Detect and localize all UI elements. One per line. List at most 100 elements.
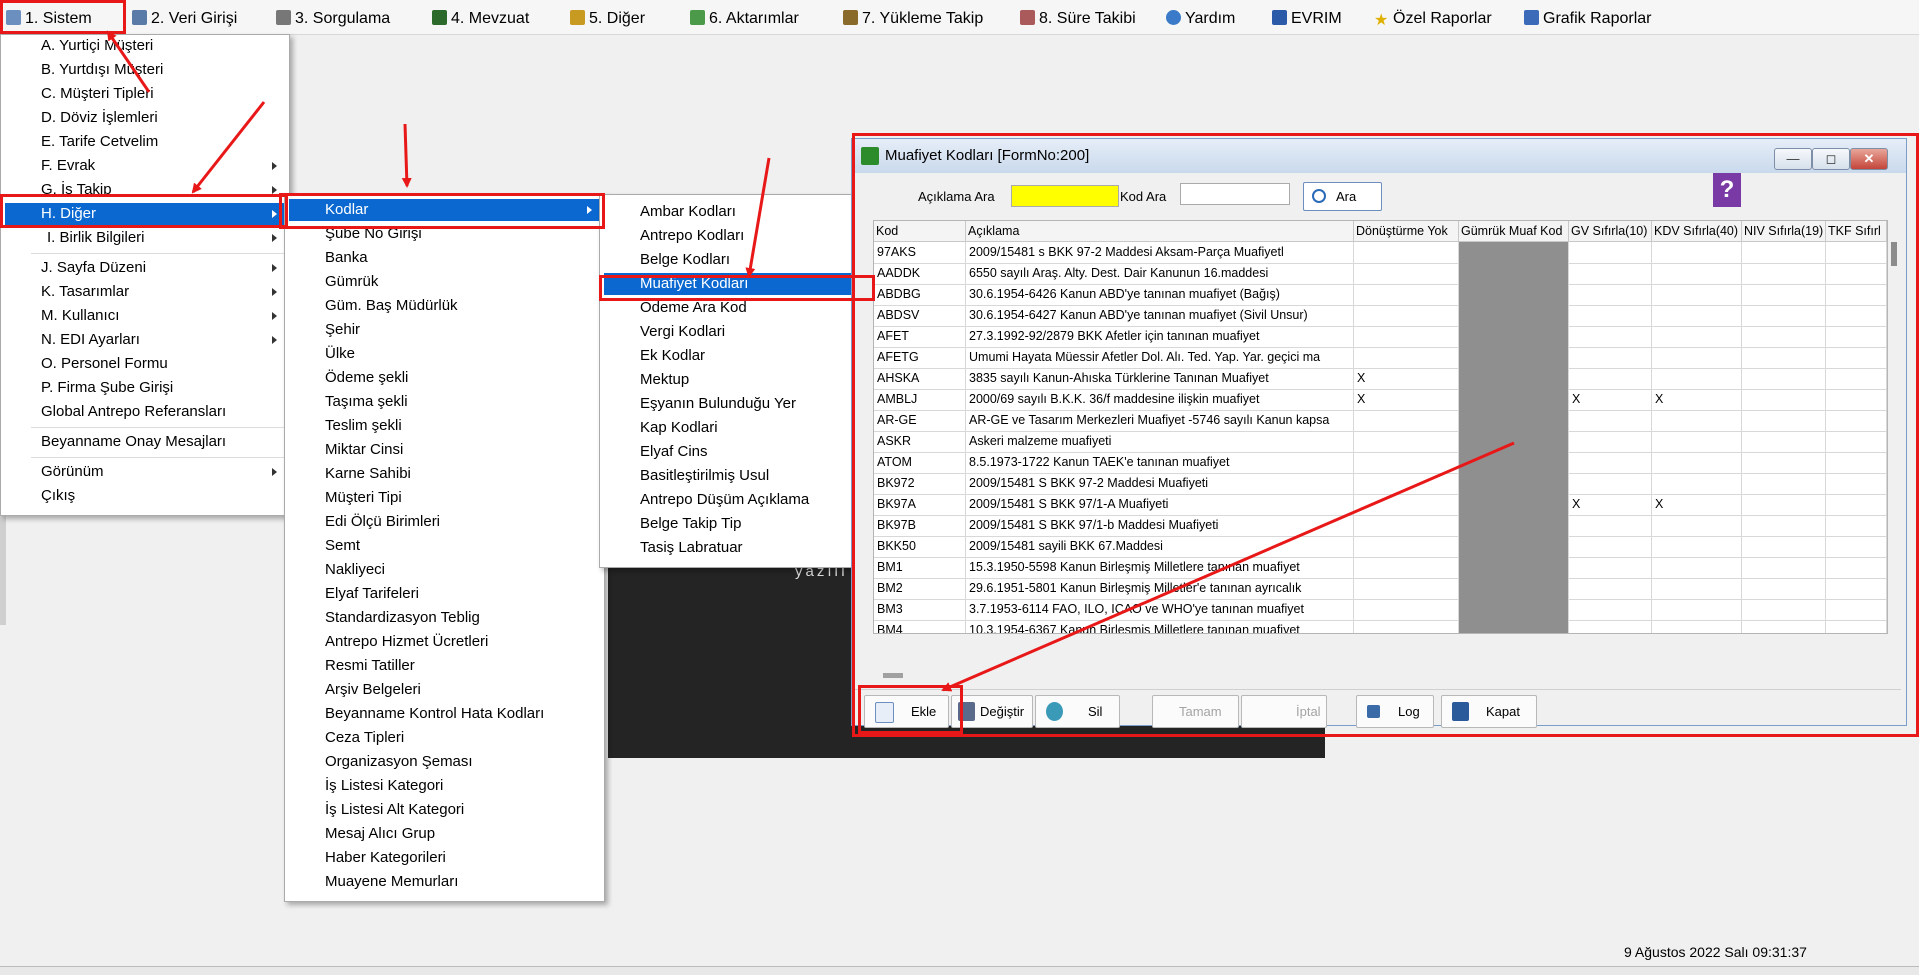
table-row[interactable]: ABDSV 30.6.1954-6427 Kanun ABD'ye tanınan… xyxy=(874,305,1887,327)
tamam-button[interactable]: Tamam xyxy=(1152,695,1239,728)
submenu-item-10[interactable]: Miktar Cinsi xyxy=(289,439,600,461)
degistir-button[interactable]: Değiştir xyxy=(951,695,1033,728)
column-header[interactable]: Gümrük Muaf Kod xyxy=(1459,221,1569,241)
search-aciklama-input[interactable] xyxy=(1011,185,1119,207)
submenu-item-26[interactable]: Mesaj Alıcı Grup xyxy=(289,823,600,845)
kodlar-item-2[interactable]: Belge Kodları xyxy=(604,249,866,271)
submenu-item-3[interactable]: Gümrük xyxy=(289,271,600,293)
table-row[interactable]: BK97A 2009/15481 S BKK 97/1-A Muafiyeti X X xyxy=(874,494,1887,516)
sil-button[interactable]: Sil xyxy=(1035,695,1120,728)
menu-grafik-raporlar[interactable]: Grafik Raporlar xyxy=(1524,0,1651,34)
submenu-item-20[interactable]: Arşiv Belgeleri xyxy=(289,679,600,701)
menu-item-birlik-bilgileri[interactable]: I. Birlik Bilgileri xyxy=(5,227,285,249)
menu-item-is-takip[interactable]: G. İş Takip xyxy=(5,179,285,201)
table-row[interactable]: ASKR Askeri malzeme muafiyeti xyxy=(874,431,1887,453)
submenu-item-21[interactable]: Beyanname Kontrol Hata Kodları xyxy=(289,703,600,725)
menu-item-global-antrepo-referanslari[interactable]: Global Antrepo Referansları xyxy=(5,401,285,423)
menu-item-sayfa-duzeni[interactable]: J. Sayfa Düzeni xyxy=(5,257,285,279)
search-kod-input[interactable] xyxy=(1180,183,1290,205)
table-row[interactable]: BM4 10.3.1954-6367 Kanun Birleşmiş Millet… xyxy=(874,620,1887,633)
menu-diger[interactable]: 5. Diğer xyxy=(570,0,645,34)
close-button[interactable]: ✕ xyxy=(1850,148,1888,170)
menu-item-doviz-islemleri[interactable]: D. Döviz İşlemleri xyxy=(5,107,285,129)
kodlar-item-4[interactable]: Ödeme Ara Kod xyxy=(604,297,866,319)
submenu-item-12[interactable]: Müşteri Tipi xyxy=(289,487,600,509)
table-row[interactable]: AHSKA 3835 sayılı Kanun-Ahıska Türklerine… xyxy=(874,368,1887,390)
submenu-item-14[interactable]: Semt xyxy=(289,535,600,557)
maximize-button[interactable]: ◻ xyxy=(1812,148,1850,170)
log-button[interactable]: Log xyxy=(1356,695,1434,728)
kodlar-item-3[interactable]: Muafiyet Kodları xyxy=(604,273,866,295)
submenu-item-18[interactable]: Antrepo Hizmet Ücretleri xyxy=(289,631,600,653)
kodlar-item-11[interactable]: Basitleştirilmiş Usul xyxy=(604,465,866,487)
kodlar-item-14[interactable]: Tasiş Labratuar xyxy=(604,537,866,559)
table-row[interactable]: AFET 27.3.1992-92/2879 BKK Afetler için t… xyxy=(874,326,1887,348)
ekle-button[interactable]: Ekle xyxy=(864,695,949,728)
table-row[interactable]: 97AKS 2009/15481 s BKK 97-2 Maddesi Aksam… xyxy=(874,242,1887,264)
submenu-item-0[interactable]: Kodlar xyxy=(289,199,600,221)
menu-item-cikis[interactable]: Çıkış xyxy=(5,485,285,507)
kodlar-item-1[interactable]: Antrepo Kodları xyxy=(604,225,866,247)
menu-aktarimlar[interactable]: 6. Aktarımlar xyxy=(690,0,799,34)
submenu-item-13[interactable]: Edi Ölçü Birimleri xyxy=(289,511,600,533)
submenu-item-11[interactable]: Karne Sahibi xyxy=(289,463,600,485)
menu-item-kullanici[interactable]: M. Kullanıcı xyxy=(5,305,285,327)
menu-item-evrak[interactable]: F. Evrak xyxy=(5,155,285,177)
kodlar-item-7[interactable]: Mektup xyxy=(604,369,866,391)
menu-item-tasarimlar[interactable]: K. Tasarımlar xyxy=(5,281,285,303)
submenu-item-16[interactable]: Elyaf Tarifeleri xyxy=(289,583,600,605)
table-row[interactable]: ATOM 8.5.1973-1722 Kanun TAEK'e tanınan m… xyxy=(874,452,1887,474)
menu-item-yurtdisi-musteri[interactable]: B. Yurtdışı Müşteri xyxy=(5,59,285,81)
menu-sorgulama[interactable]: 3. Sorgulama xyxy=(276,0,390,34)
table-row[interactable]: AR-GE AR-GE ve Tasarım Merkezleri Muafiye… xyxy=(874,410,1887,432)
menu-item-musteri-tipleri[interactable]: C. Müşteri Tipleri xyxy=(5,83,285,105)
table-row[interactable]: ABDBG 30.6.1954-6426 Kanun ABD'ye tanınan… xyxy=(874,284,1887,306)
menu-item-beyanname-onay-mesajlari[interactable]: Beyanname Onay Mesajları xyxy=(5,431,285,453)
submenu-item-17[interactable]: Standardizasyon Teblig xyxy=(289,607,600,629)
submenu-item-4[interactable]: Güm. Baş Müdürlük xyxy=(289,295,600,317)
submenu-item-22[interactable]: Ceza Tipleri xyxy=(289,727,600,749)
submenu-item-27[interactable]: Haber Kategorileri xyxy=(289,847,600,869)
table-row[interactable]: BK972 2009/15481 S BKK 97-2 Maddesi Muafi… xyxy=(874,473,1887,495)
menu-evrim[interactable]: EVRIM xyxy=(1272,0,1342,34)
submenu-item-23[interactable]: Organizasyon Şeması xyxy=(289,751,600,773)
submenu-item-9[interactable]: Teslim şekli xyxy=(289,415,600,437)
submenu-item-19[interactable]: Resmi Tatiller xyxy=(289,655,600,677)
table-row[interactable]: AFETG Umumi Hayata Müessir Afetler Dol. A… xyxy=(874,347,1887,369)
menu-item-firma-sube-girisi[interactable]: P. Firma Şube Girişi xyxy=(5,377,285,399)
kodlar-item-12[interactable]: Antrepo Düşüm Açıklama xyxy=(604,489,866,511)
submenu-item-8[interactable]: Taşıma şekli xyxy=(289,391,600,413)
table-row[interactable]: BM1 15.3.1950-5598 Kanun Birleşmiş Millet… xyxy=(874,557,1887,579)
menu-mevzuat[interactable]: 4. Mevzuat xyxy=(432,0,529,34)
menu-item-tarife-cetvelim[interactable]: E. Tarife Cetvelim xyxy=(5,131,285,153)
kodlar-item-10[interactable]: Elyaf Cins xyxy=(604,441,866,463)
kodlar-item-5[interactable]: Vergi Kodlari xyxy=(604,321,866,343)
kapat-button[interactable]: Kapat xyxy=(1441,695,1537,728)
column-header[interactable]: Açıklama xyxy=(966,221,1354,241)
submenu-item-6[interactable]: Ülke xyxy=(289,343,600,365)
column-header[interactable]: GV Sıfırla(10) xyxy=(1569,221,1652,241)
kodlar-item-0[interactable]: Ambar Kodları xyxy=(604,201,866,223)
submenu-item-1[interactable]: Şube No Girişi xyxy=(289,223,600,245)
column-header[interactable]: KDV Sıfırla(40) xyxy=(1652,221,1742,241)
submenu-item-15[interactable]: Nakliyeci xyxy=(289,559,600,581)
grid-horizontal-scrollbar[interactable] xyxy=(883,673,903,678)
minimize-button[interactable]: — xyxy=(1774,148,1812,170)
submenu-item-5[interactable]: Şehir xyxy=(289,319,600,341)
menu-veri-girisi[interactable]: 2. Veri Girişi xyxy=(132,0,237,34)
search-button[interactable]: Ara xyxy=(1303,182,1382,211)
menu-item-edi-ayarlari[interactable]: N. EDI Ayarları xyxy=(5,329,285,351)
menu-yardim[interactable]: Yardım xyxy=(1166,0,1235,34)
table-row[interactable]: AMBLJ 2000/69 sayılı B.K.K. 36/f maddesin… xyxy=(874,389,1887,411)
kodlar-item-8[interactable]: Eşyanın Bulunduğu Yer xyxy=(604,393,866,415)
menu-item-yurtici-musteri[interactable]: A. Yurtiçi Müşteri xyxy=(5,35,285,57)
column-header[interactable]: Kod xyxy=(874,221,966,241)
menu-yukleme-takip[interactable]: 7. Yükleme Takip xyxy=(843,0,983,34)
iptal-button[interactable]: İptal xyxy=(1241,695,1327,728)
table-row[interactable]: BKK50 2009/15481 sayili BKK 67.Maddesi xyxy=(874,536,1887,558)
submenu-item-28[interactable]: Muayene Memurları xyxy=(289,871,600,893)
menu-ozel-raporlar[interactable]: ★ Özel Raporlar xyxy=(1374,0,1492,34)
table-row[interactable]: BM2 29.6.1951-5801 Kanun Birleşmiş Millet… xyxy=(874,578,1887,600)
column-header[interactable]: TKF Sıfırl xyxy=(1826,221,1887,241)
kodlar-item-9[interactable]: Kap Kodlari xyxy=(604,417,866,439)
